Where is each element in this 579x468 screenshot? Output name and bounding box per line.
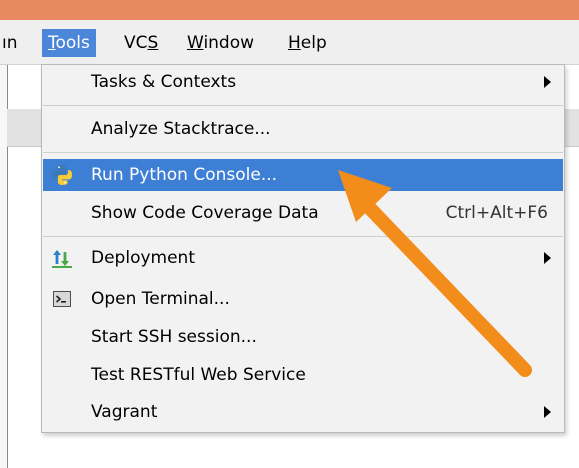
arrow-shaft <box>355 193 532 377</box>
annotation-arrow <box>338 170 532 377</box>
